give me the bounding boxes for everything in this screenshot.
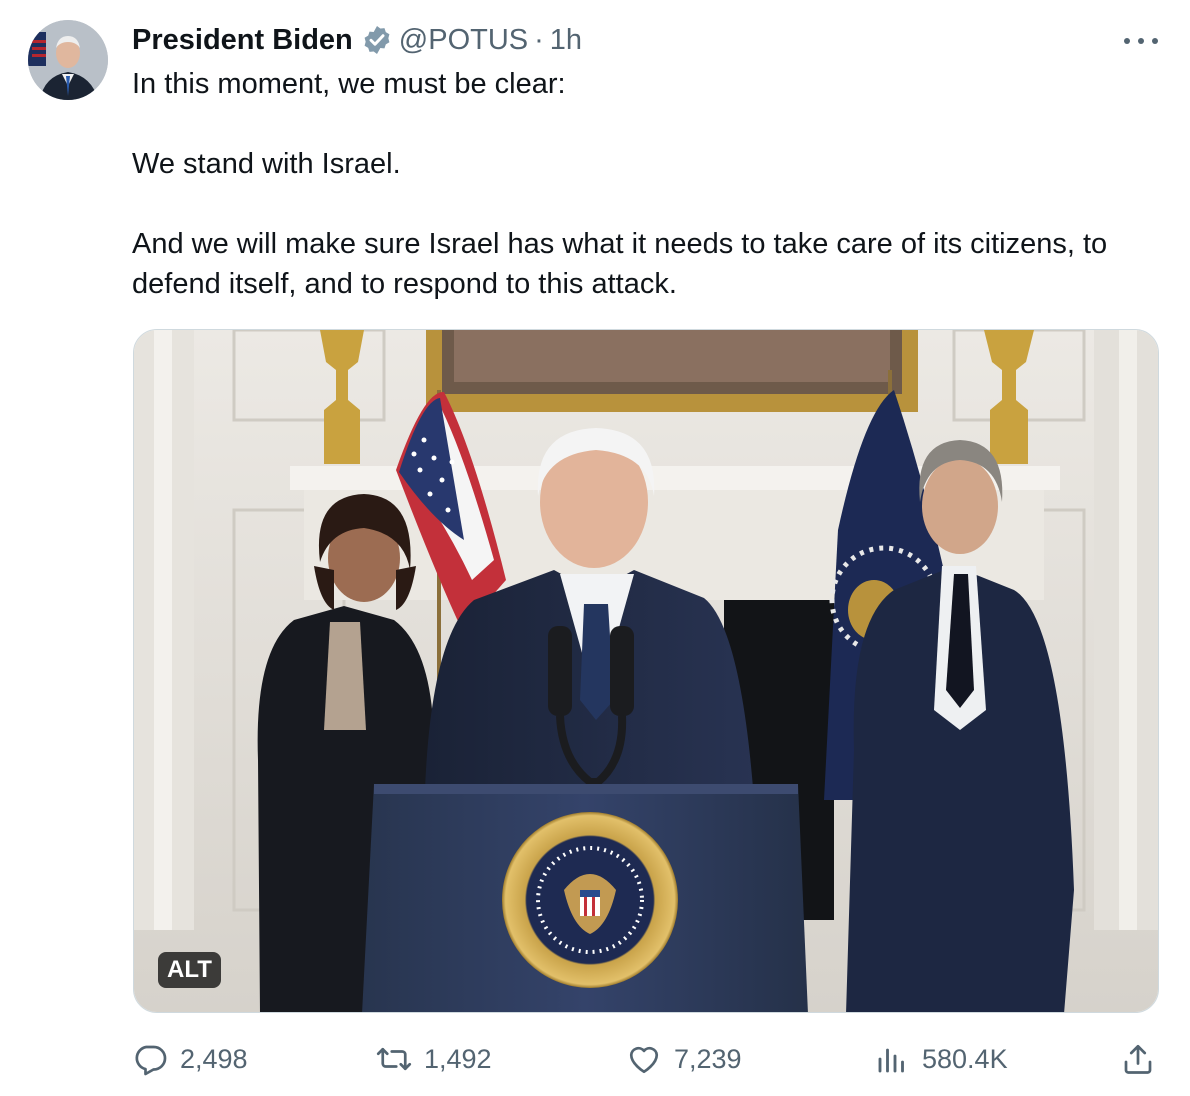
tweet[interactable]: President Biden @POTUS · 1h In this mome… bbox=[0, 0, 1190, 1096]
reply-icon bbox=[132, 1041, 168, 1077]
more-icon[interactable] bbox=[1124, 26, 1158, 56]
tweet-line-2: We stand with Israel. bbox=[132, 148, 401, 180]
heart-icon bbox=[626, 1041, 662, 1077]
alt-text-badge[interactable]: ALT bbox=[158, 952, 221, 988]
like-count: 7,239 bbox=[674, 1043, 742, 1074]
author-handle[interactable]: @POTUS bbox=[399, 24, 528, 57]
views-count: 580.4K bbox=[922, 1043, 1008, 1074]
views-button[interactable]: 580.4K bbox=[874, 1036, 1008, 1082]
reply-button[interactable]: 2,498 bbox=[132, 1036, 248, 1082]
like-button[interactable]: 7,239 bbox=[626, 1036, 742, 1082]
avatar[interactable] bbox=[28, 20, 108, 100]
tweet-photo[interactable]: ALT bbox=[133, 329, 1159, 1013]
photo-press-briefing bbox=[134, 330, 1158, 1012]
header-separator: · bbox=[534, 23, 544, 56]
views-icon bbox=[874, 1041, 910, 1077]
verified-badge-icon[interactable] bbox=[361, 24, 393, 56]
tweet-timestamp[interactable]: 1h bbox=[550, 24, 582, 57]
tweet-line-3: And we will make sure Israel has what it… bbox=[132, 228, 1108, 300]
tweet-line-1: In this moment, we must be clear: bbox=[132, 68, 566, 100]
share-button[interactable] bbox=[1120, 1036, 1156, 1082]
tweet-text: In this moment, we must be clear: We sta… bbox=[132, 64, 1162, 304]
repost-count: 1,492 bbox=[424, 1043, 492, 1074]
reply-count: 2,498 bbox=[180, 1043, 248, 1074]
tweet-header: President Biden @POTUS · 1h bbox=[132, 20, 582, 60]
repost-button[interactable]: 1,492 bbox=[376, 1036, 492, 1082]
share-icon bbox=[1120, 1041, 1156, 1077]
tweet-actions: 2,498 1,492 7,239 580.4K bbox=[132, 1036, 1162, 1082]
author-name[interactable]: President Biden bbox=[132, 24, 353, 57]
repost-icon bbox=[376, 1041, 412, 1077]
